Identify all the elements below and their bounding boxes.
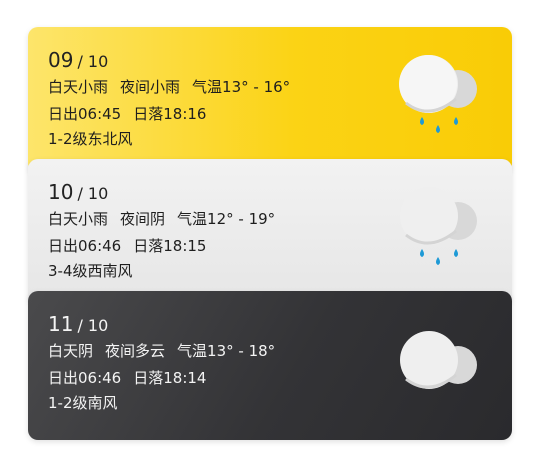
card-month: / 10 bbox=[77, 184, 109, 203]
temperature-range: 气温12° - 19° bbox=[177, 210, 276, 228]
card-month: / 10 bbox=[77, 52, 109, 71]
wind-info: 3-4级西南风 bbox=[48, 262, 133, 280]
sunset-time: 日落18:15 bbox=[133, 237, 207, 255]
sunrise-time: 日出06:46 bbox=[48, 237, 122, 255]
cloud-rain-icon bbox=[394, 187, 484, 277]
card-day: 10 bbox=[48, 180, 74, 204]
sun-times-line: 日出06:45 日落18:16 bbox=[48, 105, 206, 123]
sunset-time: 日落18:14 bbox=[133, 369, 207, 387]
temperature-range: 气温13° - 18° bbox=[177, 342, 276, 360]
cloud-rain-icon bbox=[394, 55, 484, 145]
daytime-weather: 白天小雨 bbox=[48, 78, 109, 96]
night-weather: 夜间多云 bbox=[105, 342, 166, 360]
sun-times-line: 日出06:46 日落18:15 bbox=[48, 237, 206, 255]
card-day: 09 bbox=[48, 48, 74, 72]
night-weather: 夜间阴 bbox=[120, 210, 166, 228]
sunset-time: 日落18:16 bbox=[133, 105, 207, 123]
sun-times-line: 日出06:46 日落18:14 bbox=[48, 369, 206, 387]
card-date: 11/ 10 bbox=[48, 313, 108, 337]
cloud-icon bbox=[394, 327, 484, 397]
daytime-weather: 白天小雨 bbox=[48, 210, 109, 228]
card-date: 10/ 10 bbox=[48, 181, 108, 205]
wind-info: 1-2级东北风 bbox=[48, 130, 133, 148]
temperature-range: 气温13° - 16° bbox=[192, 78, 291, 96]
night-weather: 夜间小雨 bbox=[120, 78, 181, 96]
forecast-line: 白天小雨 夜间小雨 气温13° - 16° bbox=[48, 78, 290, 96]
daytime-weather: 白天阴 bbox=[48, 342, 94, 360]
sunrise-time: 日出06:46 bbox=[48, 369, 122, 387]
sunrise-time: 日出06:45 bbox=[48, 105, 122, 123]
wind-info: 1-2级南风 bbox=[48, 394, 118, 412]
card-month: / 10 bbox=[77, 316, 109, 335]
card-date: 09/ 10 bbox=[48, 49, 108, 73]
weather-card-day-10[interactable]: 10/ 10 白天小雨 夜间阴 气温12° - 19° 日出06:46 日落18:15… bbox=[28, 159, 512, 305]
weather-card-day-11[interactable]: 11/ 10 白天阴 夜间多云 气温13° - 18° 日出06:46 日落18:14… bbox=[28, 291, 512, 440]
card-day: 11 bbox=[48, 312, 74, 336]
forecast-line: 白天小雨 夜间阴 气温12° - 19° bbox=[48, 210, 275, 228]
weather-card-day-09[interactable]: 09/ 10 白天小雨 夜间小雨 气温13° - 16° 日出06:45 日落18:1… bbox=[28, 27, 512, 173]
forecast-line: 白天阴 夜间多云 气温13° - 18° bbox=[48, 342, 275, 360]
